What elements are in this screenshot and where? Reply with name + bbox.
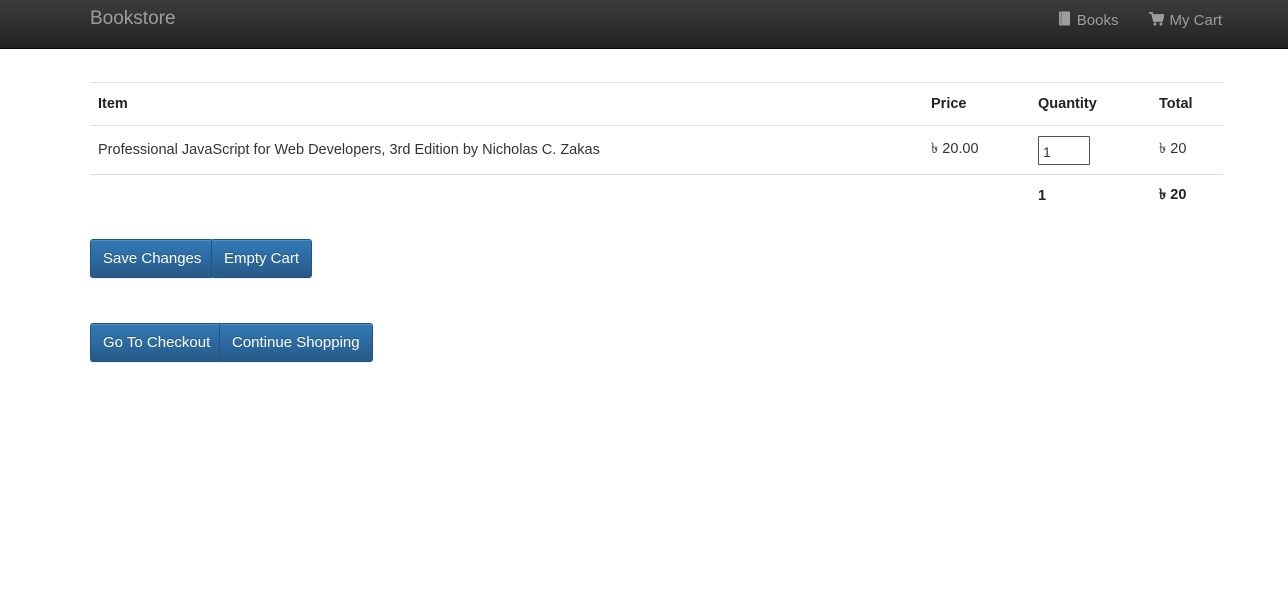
- item-name: Professional JavaScript for Web Develope…: [90, 125, 923, 175]
- empty-cart-button[interactable]: Empty Cart: [211, 239, 313, 278]
- header-quantity: Quantity: [1030, 82, 1151, 126]
- header-price: Price: [923, 82, 1030, 126]
- nav-link-label: Books: [1076, 12, 1119, 29]
- navbar: Bookstore Books My Cart: [0, 0, 1288, 49]
- continue-shopping-button[interactable]: Continue Shopping: [219, 323, 373, 362]
- header-item: Item: [90, 82, 923, 126]
- table-header-row: Item Price Quantity Total: [90, 82, 1223, 126]
- table-footer-row: 1 ৳ 20: [90, 175, 1223, 217]
- brand-link[interactable]: Bookstore: [90, 8, 176, 30]
- footer-total: ৳ 20: [1159, 186, 1187, 203]
- shopping-cart-icon: [1148, 11, 1170, 30]
- nav-link-label: My Cart: [1169, 12, 1223, 29]
- go-to-checkout-button[interactable]: Go To Checkout: [90, 323, 224, 362]
- item-price: ৳ 20.00: [923, 125, 1030, 175]
- navbar-links: Books My Cart: [1028, 11, 1222, 30]
- quantity-input[interactable]: [1038, 135, 1090, 165]
- save-changes-button[interactable]: Save Changes: [90, 239, 215, 278]
- table-row: Professional JavaScript for Web Develope…: [90, 125, 1223, 175]
- item-quantity-cell: [1030, 125, 1151, 175]
- nav-link-my-cart[interactable]: My Cart: [1148, 11, 1223, 30]
- header-total: Total: [1151, 82, 1223, 126]
- cart-table: Item Price Quantity Total Professional J…: [90, 82, 1223, 217]
- item-total: ৳ 20: [1151, 125, 1223, 175]
- book-icon: [1058, 11, 1077, 30]
- footer-quantity: 1: [1038, 187, 1047, 204]
- nav-link-books[interactable]: Books: [1058, 11, 1119, 30]
